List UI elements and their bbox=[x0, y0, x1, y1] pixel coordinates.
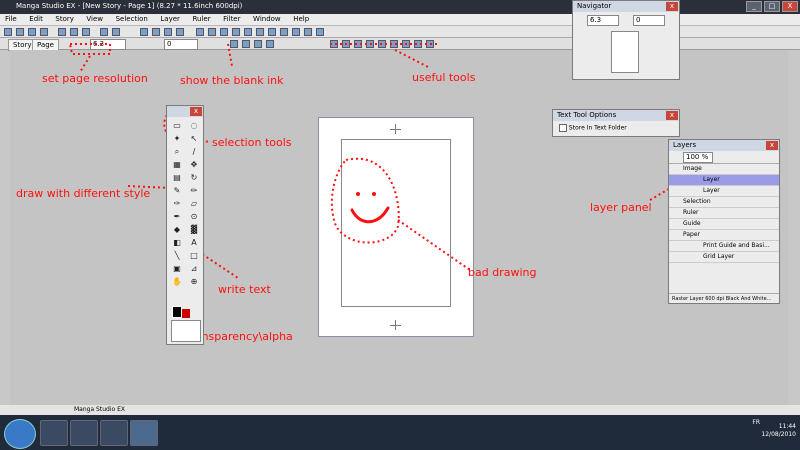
annotation-layer-panel: layer panel bbox=[590, 201, 652, 214]
annotation-stroke bbox=[227, 43, 233, 67]
explorer-icon[interactable] bbox=[70, 420, 98, 446]
layer-row[interactable]: Ruler bbox=[669, 208, 779, 219]
transparency-swatch[interactable] bbox=[171, 320, 201, 342]
background-color-swatch[interactable] bbox=[182, 309, 190, 318]
airbrush-icon[interactable]: ⊙ bbox=[187, 212, 201, 222]
foreground-color-swatch[interactable] bbox=[172, 306, 182, 318]
manga-studio-task-icon[interactable] bbox=[130, 420, 158, 446]
bucket-icon[interactable]: ◆ bbox=[170, 225, 184, 235]
tool-grid: ▭ ◌ ✦ ↖ ⌕ ∕ ▦ ✥ ▤ ↻ ✎ ✏ ✑ ▱ ✒ ⊙ ◆ ▓ ◧ A … bbox=[167, 117, 203, 291]
smile-stroke bbox=[350, 206, 390, 224]
navigator-preview[interactable] bbox=[611, 31, 639, 73]
status-bar: Manga Studio EX bbox=[0, 405, 800, 415]
store-in-text-folder-label: Store In Text Folder bbox=[568, 124, 627, 132]
hand-move-icon[interactable]: ✥ bbox=[187, 160, 201, 170]
pen-tool-icon[interactable]: ✎ bbox=[170, 186, 184, 196]
layers-title: Layers x bbox=[669, 140, 779, 151]
rect-tool-icon[interactable]: □ bbox=[187, 251, 201, 261]
gradient-icon[interactable]: ◧ bbox=[170, 238, 184, 248]
rotate-icon[interactable]: ↻ bbox=[187, 173, 201, 183]
layer-row[interactable]: Paper bbox=[669, 230, 779, 241]
lasso-tool-icon[interactable]: ◌ bbox=[187, 121, 201, 131]
eyedropper-icon[interactable]: ∕ bbox=[187, 147, 201, 157]
layer-row[interactable]: Selection bbox=[669, 197, 779, 208]
eraser-icon[interactable]: ▱ bbox=[187, 199, 201, 209]
ie-icon[interactable] bbox=[40, 420, 68, 446]
ruler-tool-icon[interactable]: ⊿ bbox=[187, 264, 201, 274]
layer-row[interactable]: Grid Layer bbox=[669, 252, 779, 263]
text-tool-icon[interactable]: A bbox=[187, 238, 201, 248]
tone-icon[interactable]: ▓ bbox=[187, 225, 201, 235]
tools-panel: x ▭ ◌ ✦ ↖ ⌕ ∕ ▦ ✥ ▤ ↻ ✎ ✏ ✑ ▱ ✒ ⊙ ◆ ▓ ◧ … bbox=[166, 105, 204, 345]
layer-select-icon[interactable]: ▦ bbox=[170, 160, 184, 170]
clock[interactable]: 11:44 12/08/2010 bbox=[761, 423, 796, 439]
fill-icon[interactable]: ▤ bbox=[170, 173, 184, 183]
tools-panel-title: x bbox=[167, 106, 203, 117]
annotation-show-blank-ink: show the blank ink bbox=[180, 74, 284, 87]
layer-row[interactable]: Layer bbox=[669, 175, 779, 186]
face-outline bbox=[330, 157, 400, 244]
navigator-title-text: Navigator bbox=[577, 2, 612, 10]
layer-row[interactable]: Print Guide and Basi... bbox=[669, 241, 779, 252]
layers-toolbar: 100 % bbox=[669, 151, 779, 164]
clock-date: 12/08/2010 bbox=[761, 431, 796, 438]
layers-title-text: Layers bbox=[673, 141, 697, 149]
zoom-tool-icon[interactable]: ⌕ bbox=[170, 147, 184, 157]
navigator-title: Navigator x bbox=[573, 1, 679, 12]
language-indicator[interactable]: FR bbox=[752, 419, 760, 426]
annotation-write-text: write text bbox=[218, 283, 271, 296]
brush-tool-icon[interactable]: ✑ bbox=[170, 199, 184, 209]
navigator-zoom-field[interactable]: 6.3 bbox=[587, 15, 619, 26]
layer-list: Image Layer Layer Selection Ruler Guide … bbox=[669, 164, 779, 263]
annotation-selection-tools: selection tools bbox=[212, 136, 292, 149]
close-icon[interactable]: x bbox=[666, 111, 678, 120]
store-in-text-folder-checkbox[interactable] bbox=[559, 124, 567, 132]
annotation-stroke bbox=[394, 49, 431, 69]
eye-mark bbox=[356, 192, 360, 196]
layer-opacity-field[interactable]: 100 % bbox=[683, 152, 713, 163]
annotation-draw-style: draw with different style bbox=[16, 187, 151, 200]
layer-status: Raster Layer 600 dpi Black And White... bbox=[669, 293, 779, 303]
annotation-stroke bbox=[397, 219, 471, 271]
close-icon[interactable]: x bbox=[190, 107, 202, 116]
marquee-tool-icon[interactable]: ▭ bbox=[170, 121, 184, 131]
text-tool-options-title: Text Tool Options x bbox=[553, 110, 679, 121]
pencil-tool-icon[interactable]: ✏ bbox=[187, 186, 201, 196]
text-tool-options-panel: Text Tool Options x Store In Text Folder bbox=[552, 109, 680, 137]
close-icon[interactable]: x bbox=[766, 141, 778, 150]
magnify-icon[interactable]: ⊕ bbox=[187, 277, 201, 287]
close-icon[interactable]: x bbox=[666, 2, 678, 11]
magic-wand-icon[interactable]: ✦ bbox=[170, 134, 184, 144]
annotation-useful-tools: useful tools bbox=[412, 71, 476, 84]
annotation-set-page-resolution: set page resolution bbox=[42, 72, 148, 85]
store-in-text-folder-row: Store In Text Folder bbox=[553, 121, 679, 135]
clock-time: 11:44 bbox=[778, 423, 796, 430]
taskbar: FR 11:44 12/08/2010 bbox=[0, 415, 800, 450]
annotation-bad-drawing: bad drawing bbox=[468, 266, 537, 279]
start-button[interactable] bbox=[4, 419, 36, 449]
eye-mark bbox=[372, 192, 376, 196]
layer-row[interactable]: Layer bbox=[669, 186, 779, 197]
annotation-stroke bbox=[68, 43, 111, 55]
line-tool-icon[interactable]: ╲ bbox=[170, 251, 184, 261]
hand-tool-icon[interactable]: ✋ bbox=[170, 277, 184, 287]
layer-row[interactable]: Guide bbox=[669, 219, 779, 230]
navigator-panel: Navigator x 6.3 0 bbox=[572, 0, 680, 80]
move-tool-icon[interactable]: ↖ bbox=[187, 134, 201, 144]
marker-icon[interactable]: ✒ bbox=[170, 212, 184, 222]
layers-panel: Layers x 100 % Image Layer Layer Selecti… bbox=[668, 139, 780, 304]
media-icon[interactable] bbox=[100, 420, 128, 446]
frame-tool-icon[interactable]: ▣ bbox=[170, 264, 184, 274]
text-tool-options-title-text: Text Tool Options bbox=[557, 111, 617, 119]
navigator-angle-field[interactable]: 0 bbox=[633, 15, 665, 26]
annotation-stroke bbox=[79, 55, 91, 73]
layer-row[interactable]: Image bbox=[669, 164, 779, 175]
